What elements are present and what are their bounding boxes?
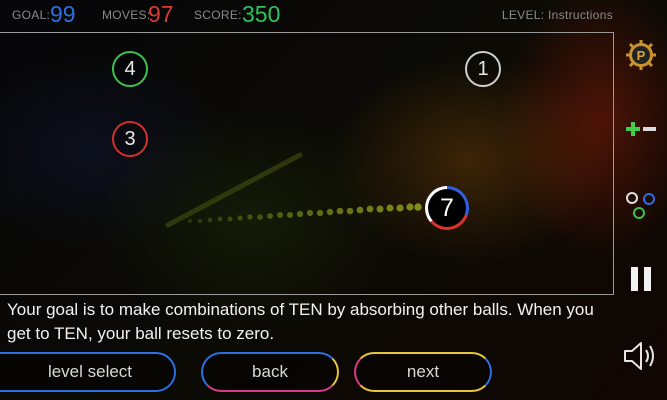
powerup-letter: P [637,48,646,63]
moves-value: 97 [148,1,174,27]
goal-value: 99 [50,1,76,27]
game-screen: GOAL: 99 MOVES: 97 SCORE: 350 LEVEL: Ins… [0,0,667,400]
hud-bar: GOAL: 99 MOVES: 97 SCORE: 350 LEVEL: Ins… [0,0,667,30]
moves-label: MOVES: [102,8,151,22]
player-ball[interactable]: 7 [425,186,469,230]
ball-1[interactable]: 1 [465,51,501,87]
goal-label: GOAL: [12,8,51,22]
level-select-button[interactable]: level select [0,352,176,392]
balls-icon[interactable] [620,188,662,224]
ball-trail [165,152,422,228]
back-button[interactable]: back [201,352,339,392]
player-ball-number: 7 [428,189,466,227]
pause-icon[interactable] [620,262,662,296]
next-button[interactable]: next [354,352,492,392]
sound-icon[interactable] [620,336,662,376]
instructions-text: Your goal is to make combinations of TEN… [7,300,594,343]
score-label: SCORE: [194,8,242,22]
ball-3[interactable]: 3 [112,121,148,157]
ball-4[interactable]: 4 [112,51,148,87]
level-indicator: LEVEL: Instructions [501,8,613,22]
powerup-icon[interactable]: P [620,38,662,72]
plus-minus-icon[interactable] [620,112,662,146]
play-field[interactable]: 4 1 3 7 [0,32,614,295]
score-value: 350 [242,1,281,27]
